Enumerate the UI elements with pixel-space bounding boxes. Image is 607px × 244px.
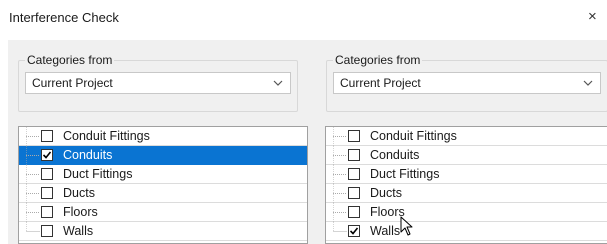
right-item-label: Conduit Fittings	[370, 129, 457, 143]
tree-connector-icon	[333, 146, 347, 165]
right-list-item-conduit-fittings[interactable]: Conduit Fittings	[326, 127, 607, 146]
tree-connector-icon	[26, 127, 40, 146]
tree-connector-icon	[26, 165, 40, 184]
right-checkbox-conduit-fittings[interactable]	[348, 130, 360, 142]
left-list-item-conduit-fittings[interactable]: Conduit Fittings	[19, 127, 307, 146]
right-item-label: Walls	[370, 224, 401, 238]
right-checkbox-ducts[interactable]	[348, 187, 360, 199]
left-item-label: Conduits	[63, 148, 113, 162]
left-checkbox-floors[interactable]	[41, 206, 53, 218]
right-category-panel: Categories from Current Project Conduit …	[320, 40, 607, 244]
left-category-panel: Categories from Current Project Conduit …	[8, 40, 308, 244]
tree-connector-icon	[333, 184, 347, 203]
left-item-label: Walls	[63, 224, 94, 238]
tree-connector-icon	[26, 222, 40, 232]
left-category-list[interactable]: Conduit Fittings Conduits Duct Fittings …	[18, 126, 308, 244]
right-categories-group: Categories from Current Project	[326, 53, 607, 112]
dialog-body: Categories from Current Project Conduit …	[8, 40, 607, 244]
mouse-pointer-icon	[400, 216, 413, 236]
left-checkbox-conduits[interactable]	[41, 149, 53, 161]
left-list-item-conduits[interactable]: Conduits	[19, 146, 307, 165]
tree-connector-icon	[333, 222, 347, 232]
right-list-item-floors[interactable]: Floors	[326, 203, 607, 222]
right-list-item-conduits[interactable]: Conduits	[326, 146, 607, 165]
left-list-item-ducts[interactable]: Ducts	[19, 184, 307, 203]
left-checkbox-conduit-fittings[interactable]	[41, 130, 53, 142]
right-checkbox-floors[interactable]	[348, 206, 360, 218]
checkmark-icon	[43, 151, 51, 159]
tree-connector-icon	[26, 184, 40, 203]
tree-connector-icon	[333, 127, 347, 146]
chevron-down-icon	[273, 80, 283, 86]
tree-connector-icon	[26, 146, 40, 165]
left-source-value: Current Project	[32, 76, 113, 90]
right-checkbox-conduits[interactable]	[348, 149, 360, 161]
left-item-label: Conduit Fittings	[63, 129, 150, 143]
right-source-value: Current Project	[340, 76, 421, 90]
right-list-item-ducts[interactable]: Ducts	[326, 184, 607, 203]
left-source-dropdown[interactable]: Current Project	[25, 72, 291, 94]
right-category-list[interactable]: Conduit Fittings Conduits Duct Fittings …	[325, 126, 607, 244]
left-list-item-walls[interactable]: Walls	[19, 222, 307, 241]
right-list-item-walls[interactable]: Walls	[326, 222, 607, 241]
checkmark-icon	[350, 227, 358, 235]
left-list-item-floors[interactable]: Floors	[19, 203, 307, 222]
close-button[interactable]: ×	[588, 6, 607, 28]
left-checkbox-walls[interactable]	[41, 225, 53, 237]
right-checkbox-duct-fittings[interactable]	[348, 168, 360, 180]
left-list-item-duct-fittings[interactable]: Duct Fittings	[19, 165, 307, 184]
right-item-label: Conduits	[370, 148, 420, 162]
title-bar: Interference Check ×	[0, 0, 607, 40]
right-item-label: Ducts	[370, 186, 402, 200]
right-source-dropdown[interactable]: Current Project	[333, 72, 601, 94]
left-item-label: Duct Fittings	[63, 167, 133, 181]
left-checkbox-duct-fittings[interactable]	[41, 168, 53, 180]
tree-connector-icon	[26, 203, 40, 222]
right-item-label: Duct Fittings	[370, 167, 440, 181]
left-checkbox-ducts[interactable]	[41, 187, 53, 199]
window-title: Interference Check	[9, 10, 119, 25]
left-item-label: Ducts	[63, 186, 95, 200]
chevron-down-icon	[583, 80, 593, 86]
right-checkbox-walls[interactable]	[348, 225, 360, 237]
left-categories-group: Categories from Current Project	[18, 53, 298, 112]
right-categories-from-label: Categories from	[333, 53, 423, 67]
close-icon: ×	[588, 8, 597, 25]
tree-connector-icon	[333, 165, 347, 184]
right-list-item-duct-fittings[interactable]: Duct Fittings	[326, 165, 607, 184]
left-item-label: Floors	[63, 205, 98, 219]
tree-connector-icon	[333, 203, 347, 222]
left-categories-from-label: Categories from	[25, 53, 115, 67]
